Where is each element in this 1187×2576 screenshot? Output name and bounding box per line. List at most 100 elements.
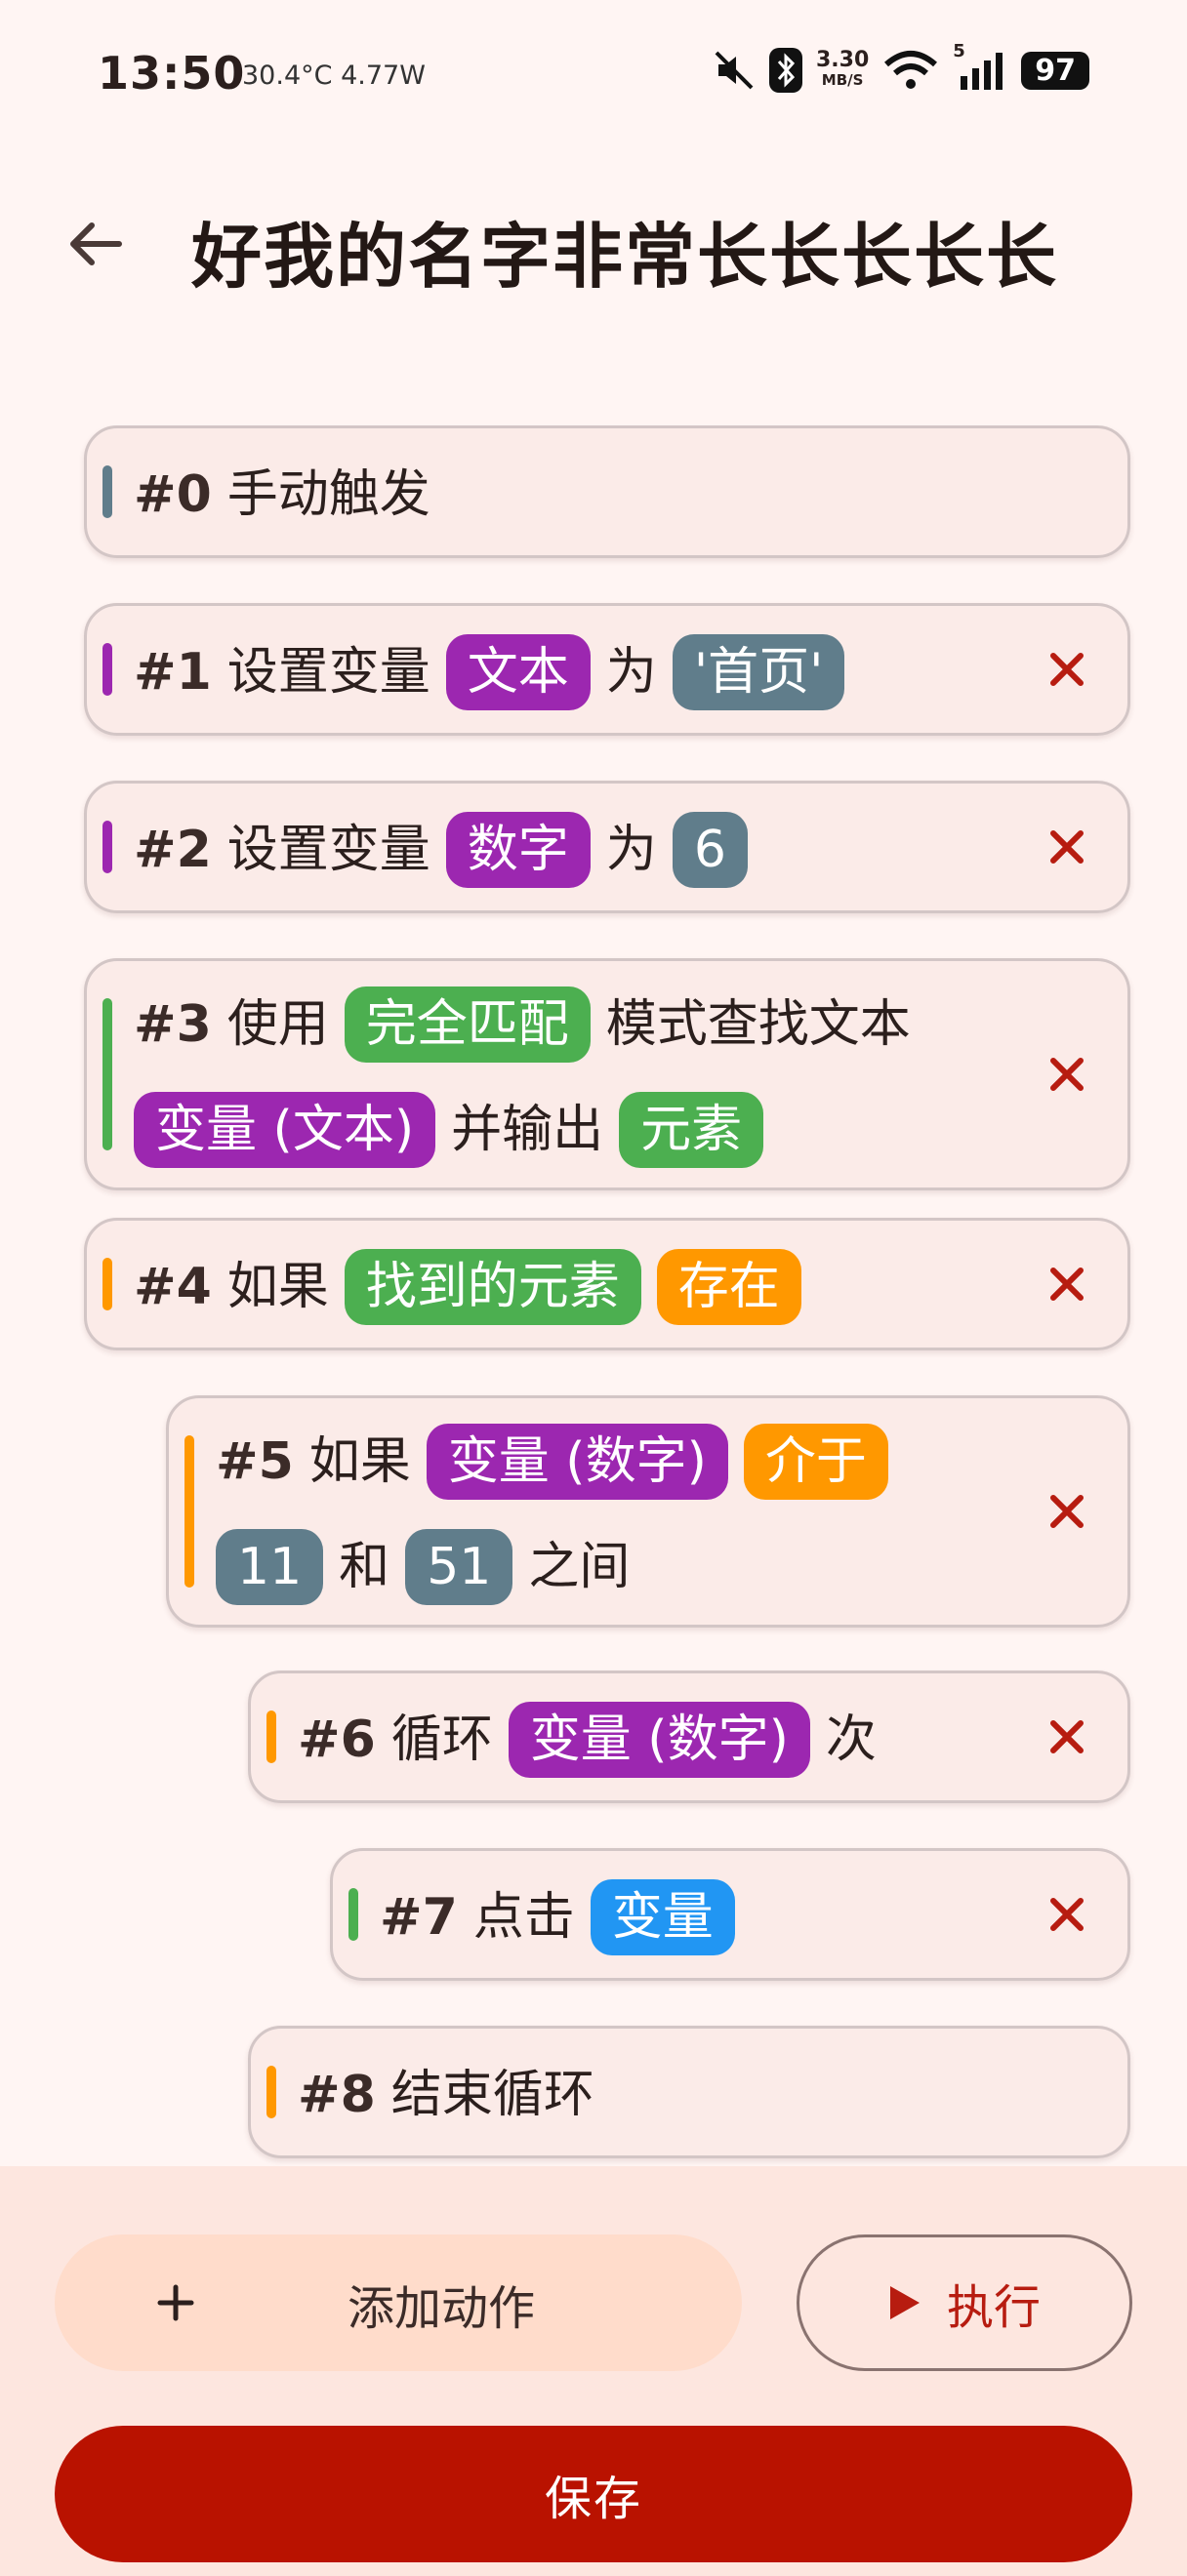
action-text: 次 [825, 1711, 877, 1769]
action-card[interactable]: #7 点击 变量 [330, 1848, 1130, 1981]
parameter-chip[interactable]: 6 [672, 812, 748, 888]
parameter-chip[interactable]: 变量 (数字) [426, 1424, 728, 1500]
action-content: #2 设置变量 数字为 6 [134, 797, 981, 903]
parameter-chip[interactable]: 介于 [743, 1424, 888, 1500]
parameter-chip[interactable]: 元素 [619, 1092, 764, 1168]
action-card[interactable]: #0 手动触发 [84, 425, 1130, 558]
parameter-chip[interactable]: '首页' [672, 634, 845, 710]
action-line: #6 循环 变量 (数字) 次 [298, 1687, 981, 1792]
action-text: 手动触发 [226, 465, 430, 524]
action-accent-bar [266, 1711, 276, 1763]
action-content: #5 如果 变量 (数字) 介于 11 和 51 之间 [216, 1409, 981, 1620]
parameter-chip[interactable]: 变量 (数字) [508, 1702, 810, 1778]
action-accent-bar [102, 643, 112, 696]
action-accent-bar [266, 2066, 276, 2118]
action-content: #3 使用 完全匹配 模式查找文本变量 (文本) 并输出 元素 [134, 972, 981, 1183]
action-index: #3 [134, 995, 212, 1054]
status-power: 4.77W [341, 60, 426, 91]
delete-action-button[interactable] [1036, 1706, 1098, 1768]
status-time: 13:50 [98, 47, 246, 100]
action-text: 模式查找文本 [605, 995, 911, 1054]
parameter-chip[interactable]: 存在 [656, 1249, 801, 1325]
parameter-chip[interactable]: 11 [216, 1529, 324, 1605]
action-list[interactable]: #0 手动触发 #1 设置变量 文本为 '首页' #2 设置变量 数字为 6 #3 使用 完全匹配 模式查… [0, 425, 1187, 2166]
action-index: #2 [134, 821, 212, 879]
back-button[interactable] [55, 203, 137, 285]
run-button[interactable]: 执行 [797, 2234, 1132, 2371]
delete-action-button[interactable] [1036, 816, 1098, 878]
signal-label: 5 [953, 41, 965, 61]
arrow-left-icon [70, 222, 122, 265]
action-line: #0 手动触发 [134, 442, 981, 547]
close-icon [1050, 653, 1084, 686]
add-action-button[interactable]: 添加动作 [55, 2234, 742, 2371]
parameter-chip[interactable]: 数字 [445, 812, 591, 888]
status-temperature: 30.4°C [242, 60, 333, 91]
network-speed-value: 3.30 [815, 48, 870, 72]
action-index: #6 [298, 1711, 376, 1769]
parameter-chip[interactable]: 变量 (文本) [134, 1092, 436, 1168]
parameter-chip[interactable]: 找到的元素 [344, 1249, 641, 1325]
action-content: #8 结束循环 [298, 2042, 981, 2148]
action-card[interactable]: #3 使用 完全匹配 模式查找文本变量 (文本) 并输出 元素 [84, 958, 1130, 1190]
save-label: 保存 [544, 2472, 642, 2526]
action-index: #4 [134, 1258, 212, 1316]
parameter-chip[interactable]: 文本 [445, 634, 591, 710]
delete-action-button[interactable] [1036, 1253, 1098, 1315]
action-card[interactable]: #8 结束循环 [248, 2026, 1130, 2158]
close-icon [1050, 1898, 1084, 1931]
action-content: #0 手动触发 [134, 442, 981, 547]
delete-action-button[interactable] [1036, 1883, 1098, 1946]
network-speed: 3.30 MB/S [815, 48, 870, 90]
action-accent-bar [102, 998, 112, 1150]
action-accent-bar [102, 1258, 112, 1310]
action-card[interactable]: #6 循环 变量 (数字) 次 [248, 1670, 1130, 1803]
parameter-chip[interactable]: 完全匹配 [344, 986, 591, 1063]
page-title: 好我的名字非常长长长长长 [191, 216, 1059, 298]
plus-icon [157, 2284, 194, 2321]
action-card[interactable]: #2 设置变量 数字为 6 [84, 781, 1130, 913]
action-text: 结束循环 [390, 2066, 594, 2124]
parameter-chip[interactable]: 51 [405, 1529, 513, 1605]
action-text: 为 [605, 821, 657, 879]
delete-action-button[interactable] [1036, 1043, 1098, 1106]
action-index: #5 [216, 1432, 294, 1491]
action-index: #8 [298, 2066, 376, 2124]
run-label: 执行 [946, 2280, 1041, 2335]
action-index: #7 [380, 1888, 458, 1947]
action-line: 变量 (文本) 并输出 元素 [134, 1077, 981, 1183]
action-line: #2 设置变量 数字为 6 [134, 797, 981, 903]
action-text: 为 [605, 643, 657, 702]
action-line: #1 设置变量 文本为 '首页' [134, 620, 981, 725]
parameter-chip[interactable]: 变量 [590, 1879, 735, 1955]
action-text: 之间 [528, 1538, 631, 1596]
action-line: #5 如果 变量 (数字) 介于 [216, 1409, 981, 1514]
action-text: 使用 [226, 995, 329, 1054]
status-device-info: 30.4°C 4.77W [242, 60, 426, 91]
action-line: #3 使用 完全匹配 模式查找文本 [134, 972, 981, 1077]
action-card[interactable]: #1 设置变量 文本为 '首页' [84, 603, 1130, 736]
wifi-icon [882, 49, 939, 92]
delete-action-button[interactable] [1036, 1480, 1098, 1543]
action-index: #0 [134, 465, 212, 524]
play-icon [889, 2286, 920, 2319]
app-bar: 好我的名字非常长长长长长 [0, 185, 1187, 302]
action-text: 并输出 [451, 1101, 604, 1159]
close-icon [1050, 1720, 1084, 1753]
action-content: #6 循环 变量 (数字) 次 [298, 1687, 981, 1792]
action-accent-bar [184, 1435, 194, 1588]
action-card[interactable]: #4 如果 找到的元素 存在 [84, 1218, 1130, 1350]
action-text: 设置变量 [226, 643, 430, 702]
action-card[interactable]: #5 如果 变量 (数字) 介于 11 和 51 之间 [166, 1395, 1130, 1628]
close-icon [1050, 1268, 1084, 1301]
delete-action-button[interactable] [1036, 638, 1098, 701]
close-icon [1050, 1495, 1084, 1528]
add-action-label: 添加动作 [348, 2281, 536, 2336]
action-accent-bar [102, 821, 112, 873]
action-accent-bar [348, 1888, 358, 1941]
action-content: #4 如果 找到的元素 存在 [134, 1234, 981, 1340]
close-icon [1050, 830, 1084, 864]
save-button[interactable]: 保存 [55, 2426, 1132, 2562]
status-bar: 13:50 30.4°C 4.77W 3.30 MB/S 5 97 [0, 0, 1187, 146]
close-icon [1050, 1058, 1084, 1091]
